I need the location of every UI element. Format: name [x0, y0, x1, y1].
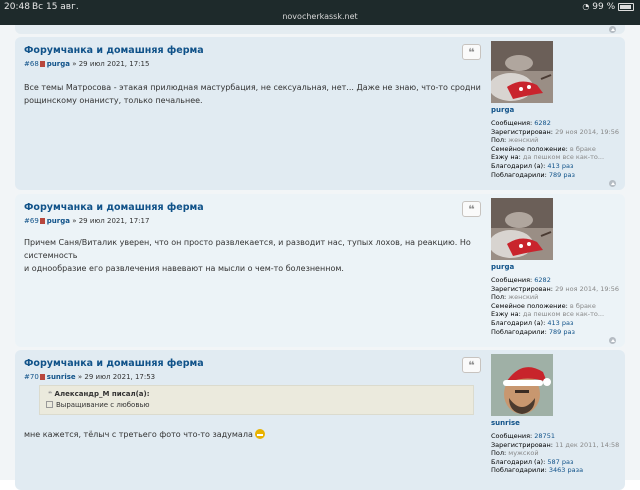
post-author[interactable]: purga	[47, 217, 70, 225]
quote-icon: ❝	[468, 359, 475, 372]
post-datetime: » 29 июл 2021, 17:15	[72, 60, 150, 68]
profile-username[interactable]: sunrise	[491, 419, 520, 427]
thanks-received-link[interactable]: 789 раз	[549, 328, 575, 336]
topic-page: Форумчанка и домашняя ферма #68 purga » 2…	[0, 25, 640, 490]
avatar[interactable]	[491, 41, 553, 103]
quote-button[interactable]: ❝	[462, 201, 481, 217]
quote-icon: ❝	[468, 203, 475, 216]
profile-field: Поблагодарили: 789 раз	[491, 327, 575, 336]
profile-field: Зарегистрирован: 29 ноя 2014, 19:56	[491, 284, 620, 293]
post-meta: #70 sunrise » 29 июл 2021, 17:53	[24, 373, 155, 381]
battery-level: 99 %	[592, 2, 616, 12]
profile-username[interactable]: purga	[491, 106, 514, 114]
profile-field: Благодарил (а): 413 раз	[491, 318, 574, 327]
post-author[interactable]: sunrise	[47, 373, 76, 381]
quote-icon: ❝	[468, 46, 475, 59]
address-bar-url[interactable]: novocherkassk.net	[0, 12, 640, 21]
content-line: Причем Саня/Виталик уверен, что он прост…	[24, 238, 471, 260]
profile-field: Зарегистрирован: 29 ноя 2014, 19:56	[491, 127, 620, 136]
profile-fields: Сообщения: 28751 Зарегистрирован: 11 дек…	[491, 432, 619, 475]
post-content: Все темы Матросова - этакая прилюдная ма…	[24, 81, 481, 107]
image-placeholder-icon	[46, 401, 53, 408]
profile-fields: Сообщения: 6282 Зарегистрирован: 29 ноя …	[491, 276, 619, 336]
profile-field: Сообщения: 6282	[491, 276, 551, 284]
post: Форумчанка и домашняя ферма #69 purga » 2…	[15, 194, 625, 347]
status-date: Вс 15 авг.	[32, 2, 79, 12]
post-author[interactable]: purga	[47, 60, 70, 68]
quote-block: ❝ Александр_М писал(а): Выращивание с лю…	[39, 385, 474, 415]
back-to-top-icon[interactable]	[609, 337, 616, 344]
wifi-icon: ◔	[582, 2, 590, 11]
post-title[interactable]: Форумчанка и домашняя ферма	[24, 202, 204, 213]
status-time: 20:48	[4, 2, 30, 12]
content-line: и однообразие его развлечения навевают н…	[24, 264, 344, 273]
profile-field: Пол: женский	[491, 136, 539, 145]
profile-field: Пол: женский	[491, 293, 539, 302]
profile-field: Езжу на: да пешком все как-то...	[491, 153, 605, 162]
quote-mark-icon: ❝	[48, 390, 53, 398]
profile-field: Пол: мужской	[491, 449, 539, 458]
document-icon[interactable]	[39, 218, 45, 224]
profile-field: Зарегистрирован: 11 дек 2011, 14:58	[491, 440, 620, 449]
profile-field: Сообщения: 28751	[491, 432, 555, 440]
post-title[interactable]: Форумчанка и домашняя ферма	[24, 358, 204, 369]
profile-fields: Сообщения: 6282 Зарегистрирован: 29 ноя …	[491, 119, 619, 179]
profile-field: Семейное положение: в браке	[491, 301, 596, 310]
post-count-link[interactable]: 6282	[534, 119, 551, 127]
quote-button[interactable]: ❝	[462, 357, 481, 373]
thanks-given-link[interactable]: 413 раз	[547, 162, 573, 170]
status-right: ◔ 99 %	[582, 2, 634, 12]
profile-field: Благодарил (а): 587 раз	[491, 457, 574, 466]
document-icon[interactable]	[39, 374, 45, 380]
profile-field: Езжу на: да пешком все как-то...	[491, 310, 605, 319]
post: Форумчанка и домашняя ферма #70 sunrise »…	[15, 350, 625, 490]
post-datetime: » 29 июл 2021, 17:53	[77, 373, 156, 381]
post-meta: #69 purga » 29 июл 2021, 17:17	[24, 217, 149, 225]
post-title[interactable]: Форумчанка и домашняя ферма	[24, 45, 204, 56]
grin-emoji-icon	[255, 429, 266, 439]
thanks-received-link[interactable]: 3463 раза	[549, 466, 583, 474]
post-meta: #68 purga » 29 июл 2021, 17:15	[24, 60, 149, 68]
content-line: рощинскому онанисту, только печальнее.	[24, 96, 203, 105]
content-line: Все темы Матросова - этакая прилюдная ма…	[24, 83, 481, 92]
profile-field: Поблагодарили: 3463 раза	[491, 466, 584, 475]
post-datetime: » 29 июл 2021, 17:17	[72, 217, 150, 225]
post-count-link[interactable]: 6282	[534, 276, 551, 284]
previous-post-tail	[15, 25, 625, 34]
post-count-link[interactable]: 28751	[534, 432, 555, 440]
thanks-given-link[interactable]: 413 раз	[547, 319, 573, 327]
profile-field: Семейное положение: в браке	[491, 144, 596, 153]
thanks-received-link[interactable]: 789 раз	[549, 171, 575, 179]
profile-field: Поблагодарили: 789 раз	[491, 170, 575, 179]
post-content: Причем Саня/Виталик уверен, что он прост…	[24, 236, 486, 275]
back-to-top-icon[interactable]	[609, 180, 616, 187]
status-bar: 20:48 Вс 15 авг. novocherkassk.net ◔ 99 …	[0, 0, 640, 25]
quote-text: Выращивание с любовью	[46, 401, 149, 409]
quote-button[interactable]: ❝	[462, 44, 481, 60]
profile-username[interactable]: purga	[491, 263, 514, 271]
back-to-top-icon[interactable]	[609, 26, 616, 33]
profile-field: Сообщения: 6282	[491, 119, 551, 127]
post-number-link[interactable]: #68	[24, 60, 39, 68]
post-content: мне кажется, тёлыч с третьего фото что-т…	[24, 428, 266, 441]
post-number-link[interactable]: #70	[24, 373, 39, 381]
profile-field: Благодарил (а): 413 раз	[491, 161, 574, 170]
post-number-link[interactable]: #69	[24, 217, 39, 225]
quote-author: ❝ Александр_М писал(а):	[48, 390, 150, 398]
post: Форумчанка и домашняя ферма #68 purga » 2…	[15, 37, 625, 190]
content-line: мне кажется, тёлыч с третьего фото что-т…	[24, 428, 266, 441]
document-icon[interactable]	[39, 61, 45, 67]
battery-icon	[618, 2, 634, 11]
thanks-given-link[interactable]: 587 раз	[547, 458, 573, 466]
avatar[interactable]	[491, 198, 553, 260]
avatar[interactable]	[491, 354, 553, 416]
